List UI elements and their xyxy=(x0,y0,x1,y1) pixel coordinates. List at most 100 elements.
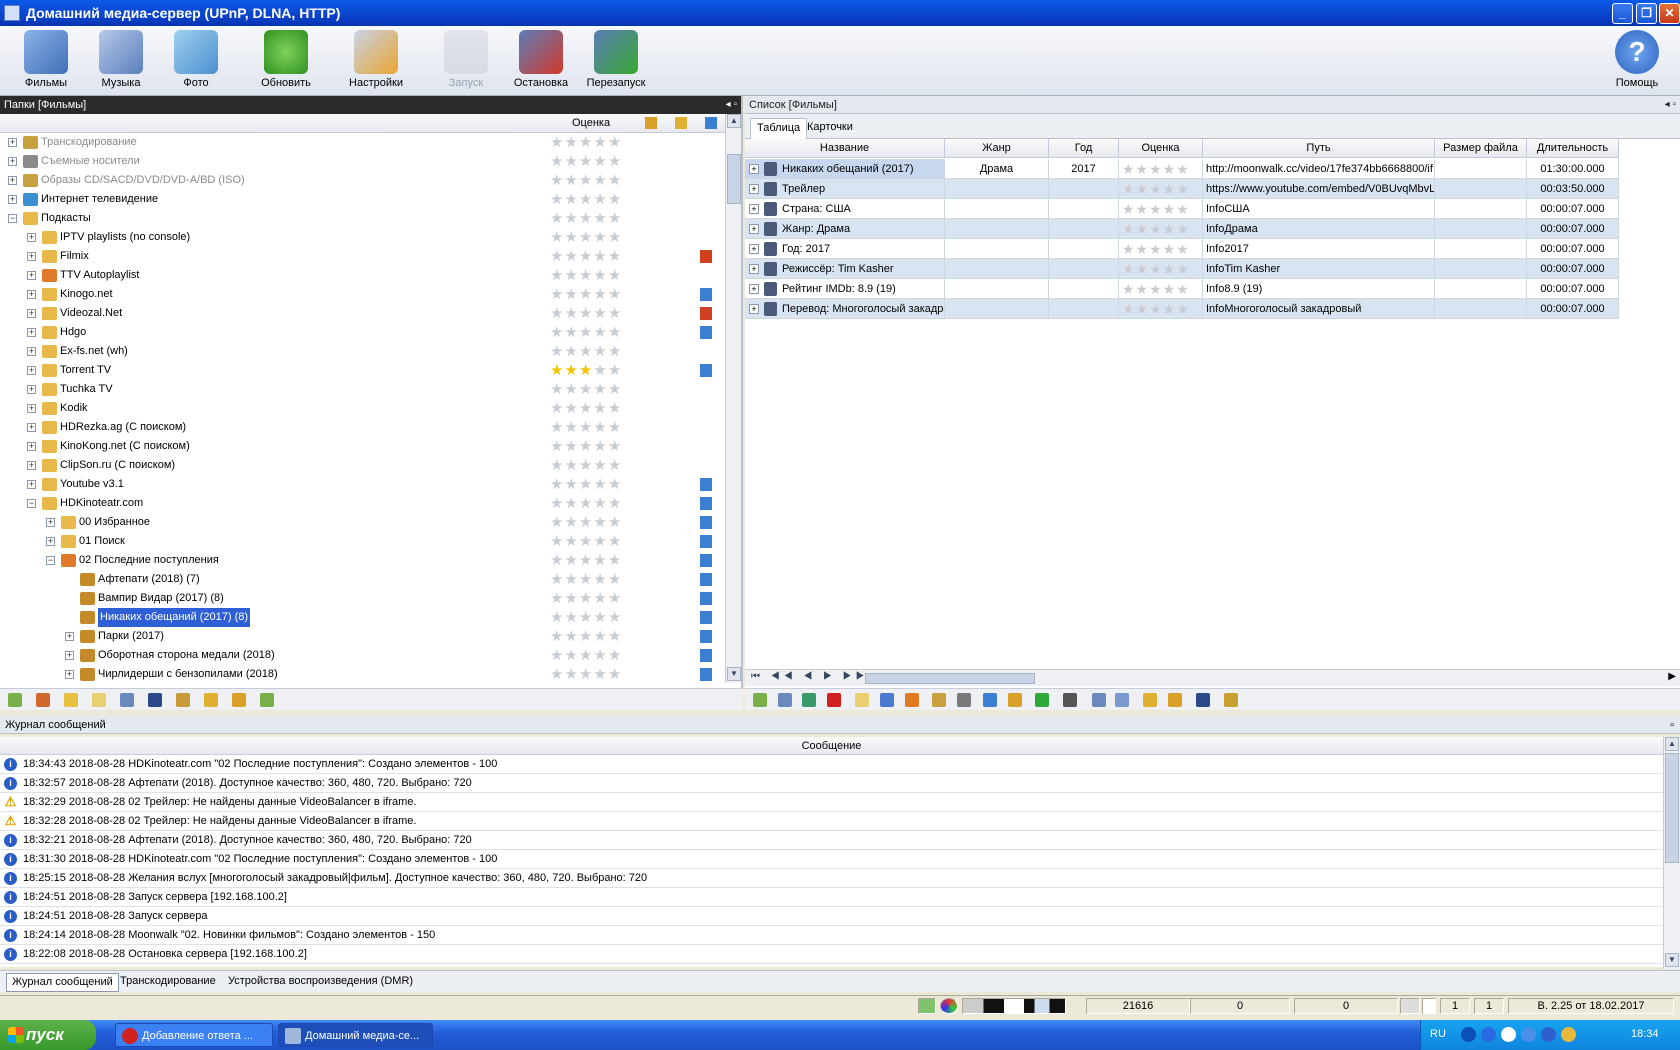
star-icon[interactable]: ★ xyxy=(608,495,622,512)
star-icon[interactable]: ★ xyxy=(550,495,564,512)
star-icon[interactable]: ★ xyxy=(579,419,593,436)
star-icon[interactable]: ★ xyxy=(608,438,622,455)
grid-cell-year[interactable] xyxy=(1049,179,1119,199)
settings-button[interactable]: Настройки xyxy=(339,30,413,94)
star-icon[interactable]: ★ xyxy=(550,324,564,341)
rating-column-header[interactable]: Оценка xyxy=(572,117,610,129)
sort-icon[interactable] xyxy=(705,117,717,129)
expand-icon[interactable]: + xyxy=(8,176,17,185)
grid-cell-path[interactable]: Info2017 xyxy=(1203,239,1435,259)
star-icon[interactable]: ★ xyxy=(593,381,607,398)
star-icon[interactable]: ★ xyxy=(564,438,578,455)
star-icon[interactable]: ★ xyxy=(564,343,578,360)
star-icon[interactable]: ★ xyxy=(608,210,622,227)
star-icon[interactable]: ★ xyxy=(593,229,607,246)
rating-stars[interactable]: ★★★★★ xyxy=(550,342,622,361)
star-icon[interactable]: ★ xyxy=(579,666,593,683)
log-row[interactable]: i 18:24:14 2018-08-28 Moonwalk "02. Новин… xyxy=(0,926,1663,945)
star-icon[interactable]: ★ xyxy=(550,476,564,493)
star-icon[interactable]: ★ xyxy=(579,305,593,322)
star-icon[interactable]: ★ xyxy=(564,286,578,303)
star-icon[interactable]: ★ xyxy=(550,514,564,531)
rating-stars[interactable]: ★★★★★ xyxy=(550,646,622,665)
grid-cell-rating[interactable]: ★★★★★ xyxy=(1119,199,1203,219)
star-icon[interactable]: ★ xyxy=(579,457,593,474)
tray-app-icon[interactable] xyxy=(1501,1027,1516,1042)
star-icon[interactable]: ★ xyxy=(608,153,622,170)
collapse-icon[interactable]: − xyxy=(27,499,36,508)
grid-cell-year[interactable] xyxy=(1049,279,1119,299)
folder-tool-icon[interactable] xyxy=(204,693,218,707)
star-icon[interactable]: ★ xyxy=(564,362,578,379)
star-icon[interactable]: ★ xyxy=(550,400,564,417)
star-icon[interactable]: ★ xyxy=(579,210,593,227)
rating-stars[interactable]: ★★★★★ xyxy=(1122,281,1190,297)
star-icon[interactable]: ★ xyxy=(579,476,593,493)
grid-cell-duration[interactable]: 00:00:07.000 xyxy=(1527,259,1619,279)
list-tool-icon[interactable] xyxy=(957,693,971,707)
star-icon[interactable]: ★ xyxy=(564,666,578,683)
tree-item[interactable]: + Videozal.Net ★★★★★ xyxy=(0,304,725,323)
grid-cell-duration[interactable]: 01:30:00.000 xyxy=(1527,159,1619,179)
rating-stars[interactable]: ★★★★★ xyxy=(1122,241,1190,257)
tree-item[interactable]: + Транскодирование ★★★★★ xyxy=(0,133,725,152)
log-row[interactable]: i 18:34:43 2018-08-28 HDKinoteatr.com "02… xyxy=(0,755,1663,774)
expand-icon[interactable]: + xyxy=(27,309,36,318)
star-icon[interactable]: ★ xyxy=(564,153,578,170)
scroll-thumb[interactable] xyxy=(727,154,741,204)
title-bar[interactable]: Домашний медиа-сервер (UPnP, DLNA, HTTP)… xyxy=(0,0,1680,26)
photo-button[interactable]: Фото xyxy=(159,30,233,94)
expand-icon[interactable]: + xyxy=(27,461,36,470)
rating-stars[interactable]: ★★★★★ xyxy=(550,228,622,247)
tree-item[interactable]: + Tuchka TV ★★★★★ xyxy=(0,380,725,399)
column-header[interactable]: Размер файла xyxy=(1435,139,1527,158)
star-icon[interactable]: ★ xyxy=(593,210,607,227)
grid-cell-size[interactable] xyxy=(1435,179,1527,199)
expand-icon[interactable]: + xyxy=(65,651,74,660)
star-icon[interactable]: ★ xyxy=(550,286,564,303)
folder-tool-icon[interactable] xyxy=(232,693,246,707)
expand-icon[interactable]: + xyxy=(27,328,36,337)
star-icon[interactable]: ★ xyxy=(550,305,564,322)
expand-icon[interactable]: + xyxy=(27,423,36,432)
star-icon[interactable]: ★ xyxy=(593,457,607,474)
tree-item[interactable]: + KinoKong.net (С поиском) ★★★★★ xyxy=(0,437,725,456)
tray-skype-icon[interactable] xyxy=(1521,1027,1536,1042)
star-icon[interactable]: ★ xyxy=(593,343,607,360)
star-icon[interactable]: ★ xyxy=(608,286,622,303)
star-icon[interactable]: ★ xyxy=(593,609,607,626)
users-icon[interactable] xyxy=(645,117,657,129)
grid-cell-year[interactable] xyxy=(1049,299,1119,319)
log-row[interactable]: ⚠ 18:32:29 2018-08-28 02 Трейлер: Не найд… xyxy=(0,793,1663,812)
column-header[interactable]: Название xyxy=(745,139,945,158)
expand-icon[interactable]: + xyxy=(8,157,17,166)
tree-item[interactable]: −02 Последние поступления ★★★★★ xyxy=(0,551,725,570)
log-row[interactable]: i 18:32:57 2018-08-28 Афтепати (2018). До… xyxy=(0,774,1663,793)
tray-media-icon[interactable] xyxy=(1561,1027,1576,1042)
minimize-icon[interactable]: _ xyxy=(1612,3,1633,24)
star-icon[interactable]: ★ xyxy=(550,628,564,645)
star-icon[interactable]: ★ xyxy=(608,400,622,417)
tree-item[interactable]: − Подкасты ★★★★★ xyxy=(0,209,725,228)
collapse-icon[interactable]: − xyxy=(8,214,17,223)
star-icon[interactable]: ★ xyxy=(608,134,622,151)
list-tool-icon[interactable] xyxy=(802,693,816,707)
star-icon[interactable]: ★ xyxy=(593,533,607,550)
grid-cell-genre[interactable] xyxy=(945,279,1049,299)
scroll-right-icon[interactable]: ▶ xyxy=(1668,671,1676,682)
star-icon[interactable]: ★ xyxy=(579,647,593,664)
tree-item[interactable]: + Filmix ★★★★★ xyxy=(0,247,725,266)
scroll-up-icon[interactable]: ▲ xyxy=(1665,737,1679,751)
expand-icon[interactable]: + xyxy=(27,290,36,299)
tree-item[interactable]: + Kodik ★★★★★ xyxy=(0,399,725,418)
grid-cell-rating[interactable]: ★★★★★ xyxy=(1119,159,1203,179)
tree-item[interactable]: + Образы CD/SACD/DVD/DVD-A/BD (ISO) ★★★★★ xyxy=(0,171,725,190)
rating-stars[interactable]: ★★★★★ xyxy=(1122,161,1190,177)
star-icon[interactable]: ★ xyxy=(579,552,593,569)
tree-item[interactable]: + Съемные носители ★★★★★ xyxy=(0,152,725,171)
rating-stars[interactable]: ★★★★★ xyxy=(550,437,622,456)
star-icon[interactable]: ★ xyxy=(593,419,607,436)
star-icon[interactable]: ★ xyxy=(593,476,607,493)
star-icon[interactable]: ★ xyxy=(608,533,622,550)
star-icon[interactable]: ★ xyxy=(564,267,578,284)
